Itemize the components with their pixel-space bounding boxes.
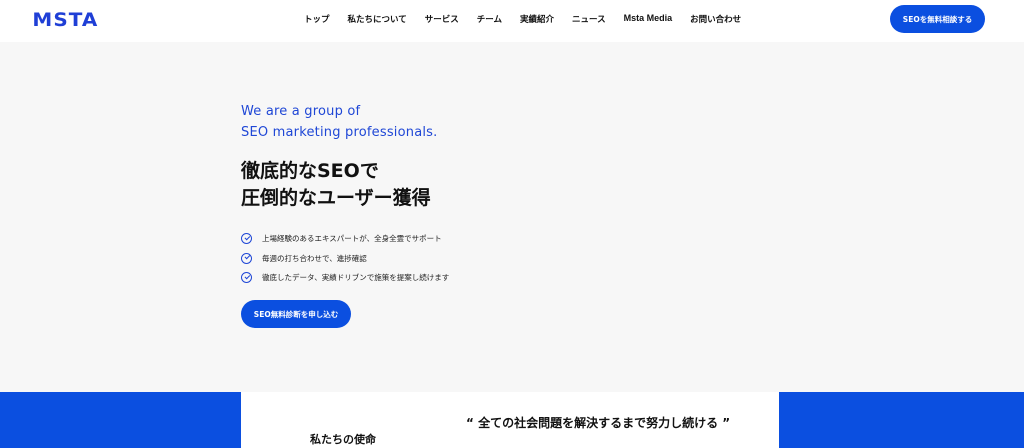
headline-line-2: 圧倒的なユーザー獲得 (241, 187, 431, 209)
feature-item: 毎週の打ち合わせで、進捗確認 (241, 249, 449, 269)
mission-title: 私たちの使命 (310, 433, 376, 446)
nav-results[interactable]: 実績紹介 (520, 13, 554, 25)
msta-logo[interactable]: MSTA (32, 9, 99, 31)
mission-quote: “ 全ての社会問題を解決するまで努力し続ける ” (466, 416, 731, 430)
check-circle-icon (241, 233, 252, 245)
hero-section: We are a group of SEO marketing professi… (0, 42, 1024, 392)
nav-news[interactable]: ニュース (572, 13, 606, 25)
main-nav: トップ 私たちについて サービス チーム 実績紹介 ニュース Msta Medi… (304, 13, 759, 25)
feature-text: 徹底したデータ、実績ドリブンで施策を提案し続けます (262, 273, 450, 283)
nav-about[interactable]: 私たちについて (348, 13, 407, 25)
tagline-line-1: We are a group of (241, 104, 361, 119)
nav-services[interactable]: サービス (425, 13, 459, 25)
free-seo-diagnosis-button[interactable]: SEO無料診断を申し込む (241, 300, 351, 328)
check-circle-icon (241, 252, 252, 264)
feature-text: 上場経験のあるエキスパートが、全身全霊でサポート (262, 234, 442, 244)
site-header: MSTA トップ 私たちについて サービス チーム 実績紹介 ニュース Msta… (0, 0, 1024, 42)
feature-item: 徹底したデータ、実績ドリブンで施策を提案し続けます (241, 268, 449, 288)
feature-text: 毎週の打ち合わせで、進捗確認 (262, 253, 367, 263)
tagline-line-2: SEO marketing professionals. (241, 125, 438, 140)
nav-top[interactable]: トップ (304, 13, 330, 25)
hero-tagline: We are a group of SEO marketing professi… (241, 101, 437, 143)
logo-text: MSTA (32, 9, 99, 31)
nav-team[interactable]: チーム (477, 13, 502, 25)
hero-headline: 徹底的なSEOで 圧倒的なユーザー獲得 (241, 158, 431, 212)
nav-contact[interactable]: お問い合わせ (690, 13, 741, 25)
nav-msta-media[interactable]: Msta Media (624, 13, 673, 25)
mission-card: “ 全ての社会問題を解決するまで努力し続ける ” 私たちの使命 (241, 392, 779, 448)
feature-item: 上場経験のあるエキスパートが、全身全霊でサポート (241, 229, 449, 249)
feature-list: 上場経験のあるエキスパートが、全身全霊でサポート 毎週の打ち合わせで、進捗確認 … (241, 229, 449, 288)
free-seo-consultation-button[interactable]: SEOを無料相談する (890, 5, 985, 33)
headline-line-1: 徹底的なSEOで (241, 160, 379, 182)
check-circle-icon (241, 272, 252, 284)
